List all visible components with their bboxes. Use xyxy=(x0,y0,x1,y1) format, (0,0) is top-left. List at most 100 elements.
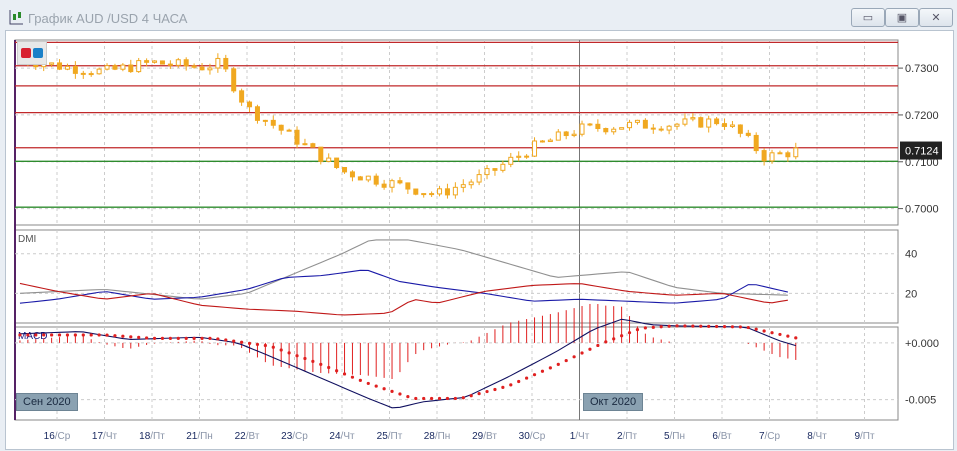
signal-line-dot xyxy=(398,392,402,396)
candle xyxy=(120,64,126,70)
candle xyxy=(207,67,213,71)
signal-line-dot xyxy=(762,329,766,333)
candle xyxy=(753,134,759,152)
macd-tick: +0.000 xyxy=(905,338,939,350)
signal-line-dot xyxy=(176,336,180,340)
candle xyxy=(650,127,656,130)
signal-line-dot xyxy=(715,324,719,329)
signal-line-dot xyxy=(580,351,584,355)
signal-line-dot xyxy=(303,356,307,361)
candle xyxy=(152,60,158,63)
signal-line-dot xyxy=(707,324,711,329)
signal-line-dot xyxy=(596,343,600,348)
signal-line-dot xyxy=(350,375,355,379)
candle xyxy=(49,62,55,65)
signal-line-dot xyxy=(730,325,735,329)
signal-line-dot xyxy=(287,351,291,355)
panel-frame xyxy=(14,229,899,324)
candle xyxy=(413,188,419,195)
candle xyxy=(634,119,640,123)
signal-line-dot xyxy=(683,324,687,328)
candle xyxy=(714,118,720,125)
signal-line-dot xyxy=(651,325,655,329)
signal-line-dot xyxy=(335,369,339,373)
candle xyxy=(745,132,751,136)
signal-line-dot xyxy=(501,385,505,389)
candle xyxy=(642,119,648,129)
dmi-tick: 20 xyxy=(905,288,917,300)
panel-color-toggles[interactable] xyxy=(17,41,47,65)
candle xyxy=(421,193,427,196)
signal-line-dot xyxy=(366,381,370,386)
candle xyxy=(64,65,70,70)
price-tick: 0.7300 xyxy=(905,63,939,75)
red-square-icon[interactable] xyxy=(21,48,31,58)
chart-canvas[interactable]: 0.73000.72000.71000.70000.7124DMI4020MAC… xyxy=(0,0,957,451)
candle xyxy=(729,124,735,127)
signal-line-dot xyxy=(675,324,679,328)
candle xyxy=(460,184,466,188)
signal-line-dot xyxy=(137,335,141,339)
signal-line-dot xyxy=(89,333,93,337)
x-axis-label: 18/Пт xyxy=(139,431,165,442)
candle xyxy=(698,117,704,128)
x-axis-label: 1/Чт xyxy=(570,431,590,442)
candle xyxy=(666,125,672,131)
candle xyxy=(167,63,173,66)
signal-line-dot xyxy=(208,336,212,340)
candle xyxy=(484,168,490,176)
signal-line-dot xyxy=(699,324,703,328)
x-axis-label: 9/Пт xyxy=(854,431,875,442)
blue-square-icon[interactable] xyxy=(33,48,43,58)
signal-line-dot xyxy=(525,376,529,380)
signal-line-dot xyxy=(18,333,22,337)
x-axis-label: 17/Чт xyxy=(92,431,118,442)
signal-line-dot xyxy=(786,334,790,338)
candle xyxy=(342,166,348,173)
signal-line-dot xyxy=(659,325,663,329)
x-axis-label: 22/Вт xyxy=(235,431,260,442)
candle xyxy=(658,128,664,131)
signal-line-dot xyxy=(493,387,497,392)
candle xyxy=(191,65,197,68)
signal-line-dot xyxy=(746,325,750,330)
signal-line-dot xyxy=(477,392,481,396)
signal-line-dot xyxy=(738,325,742,329)
dmi-tick: 40 xyxy=(905,249,917,261)
signal-line-dot xyxy=(216,337,220,341)
candle xyxy=(437,188,443,195)
candle xyxy=(349,171,355,178)
signal-line-dot xyxy=(382,387,386,391)
signal-line-dot xyxy=(327,365,331,370)
signal-line-dot xyxy=(445,396,450,401)
candle xyxy=(761,150,767,162)
candle xyxy=(690,117,696,120)
signal-line-dot xyxy=(572,355,576,359)
candle xyxy=(500,163,506,171)
candle xyxy=(112,65,118,70)
signal-line-dot xyxy=(564,358,568,363)
signal-line-dot xyxy=(145,336,149,340)
signal-line-dot xyxy=(50,333,54,337)
x-axis-label: 24/Чт xyxy=(329,431,355,442)
signal-line-dot xyxy=(414,396,418,401)
signal-line-dot xyxy=(406,395,410,399)
signal-line-dot xyxy=(97,333,101,337)
signal-line-dot xyxy=(105,333,109,337)
candle xyxy=(563,131,569,137)
candle xyxy=(365,175,371,181)
signal-line-dot xyxy=(113,334,117,338)
macd-line xyxy=(19,318,796,409)
signal-line-dot xyxy=(319,362,323,366)
candle xyxy=(476,174,482,183)
signal-line-dot xyxy=(691,324,695,328)
signal-line-dot xyxy=(232,339,236,343)
dmi-label: DMI xyxy=(18,234,36,245)
candle xyxy=(532,140,538,157)
candle xyxy=(318,146,324,162)
candle xyxy=(587,123,593,126)
x-axis-label: 28/Пн xyxy=(424,431,451,442)
signal-line-dot xyxy=(73,333,77,337)
x-axis-label: 2/Пт xyxy=(617,431,638,442)
panel-frame xyxy=(14,326,899,421)
